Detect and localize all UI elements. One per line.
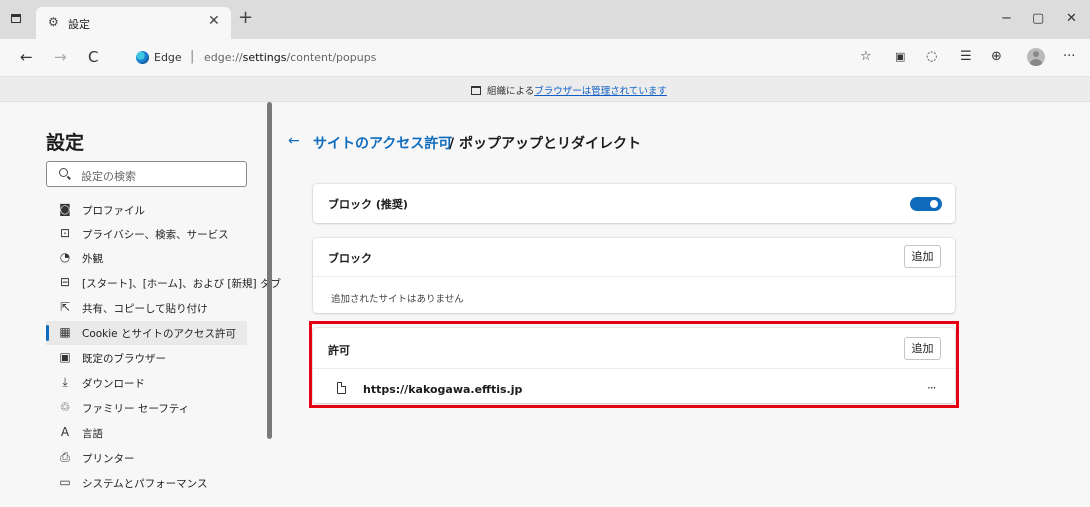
sidebar-item-system[interactable]: ▭ システムとパフォーマンス [46,471,247,495]
cookie-icon: ▦ [59,325,71,339]
sidebar-item-family[interactable]: ♲ ファミリー セーフティ [46,396,247,420]
url-field[interactable]: Edge | edge://settings/content/popups [124,46,894,70]
sidebar-item-privacy[interactable]: ⊡ プライバシー、検索、サービス [46,222,247,246]
tab-close-icon[interactable]: ✕ [208,13,220,29]
printer-icon: ⎙ [60,450,70,464]
close-button[interactable]: ✕ [1066,11,1077,26]
edge-label: Edge [154,51,182,64]
block-empty-text: 追加されたサイトはありません [331,294,464,305]
search-icon [59,168,68,177]
lock-icon: ⊡ [59,226,71,240]
edge-logo-icon [136,51,149,64]
url-separator: | [190,49,195,64]
block-recommended-label: ブロック (推奨) [328,198,408,211]
block-recommended-card: ブロック (推奨) [313,184,955,223]
language-icon: A [60,425,70,439]
block-list-card: ブロック 追加 追加されたサイトはありません [313,238,955,313]
back-arrow-icon[interactable]: ← [288,133,300,149]
back-button[interactable]: ← [20,49,33,65]
highlight-box [309,321,959,408]
refresh-button[interactable]: C [88,49,98,65]
collections-icon[interactable]: ◌ [926,49,937,65]
search-placeholder: 設定の検索 [81,170,136,183]
download-icon: ⤓ [62,375,68,389]
more-menu-icon[interactable]: ··· [1063,49,1075,65]
sidebar-item-start-page[interactable]: ⊟ [スタート]、[ホーム]、および [新規] タブ [46,271,281,295]
extension-icon[interactable]: ▣ [895,49,905,65]
favorite-star-icon[interactable]: ☆ [860,49,872,65]
sidebar-item-printers[interactable]: ⎙ プリンター [46,446,247,470]
block-section-title: ブロック [328,252,372,265]
avatar[interactable] [1027,48,1045,66]
sidebar-item-downloads[interactable]: ⤓ ダウンロード [46,371,247,395]
sidebar-title: 設定 [46,132,85,154]
managed-text: 組織による [487,86,535,97]
sidebar-item-appearance[interactable]: ◔ 外観 [46,246,247,270]
start-page-icon: ⊟ [59,275,71,289]
profile-icon: ◙ [59,202,71,216]
managed-notice-bar: 組織によるブラウザーは管理されています [0,77,1090,102]
new-tab-icon[interactable]: + [238,9,253,27]
minimize-button[interactable]: − [1001,11,1012,26]
block-recommended-toggle[interactable] [910,197,942,211]
managed-link[interactable]: ブラウザーは管理されています [534,86,667,97]
maximize-button[interactable]: ▢ [1032,11,1044,26]
forward-button[interactable]: → [54,49,67,65]
url-text: edge://settings/content/popups [204,51,377,64]
briefcase-icon [471,86,481,95]
window-menu-icon[interactable] [11,14,21,23]
family-icon: ♲ [59,400,71,414]
address-bar: ← → C Edge | edge://settings/content/pop… [0,39,1090,77]
breadcrumb-parent-link[interactable]: サイトのアクセス許可 [313,133,452,153]
sidebar-item-languages[interactable]: A 言語 [46,421,247,445]
sidebar-item-cookies[interactable]: ▦ Cookie とサイトのアクセス許可 [46,321,247,345]
page-title: / ポップアップとリダイレクト [449,136,641,152]
sidebar-item-default-browser[interactable]: ▣ 既定のブラウザー [46,346,247,370]
system-icon: ▭ [59,475,71,489]
settings-sidebar: 設定 設定の検索 ◙ プロファイル ⊡ プライバシー、検索、サービス ◔ 外観 … [0,102,281,507]
settings-search-input[interactable]: 設定の検索 [46,161,247,187]
share-icon: ⇱ [59,300,71,314]
title-bar: ⚙ 設定 ✕ + − ▢ ✕ [0,0,1090,39]
gear-icon: ⚙ [48,15,59,29]
sidebar-scrollbar[interactable] [267,102,272,439]
favorites-list-icon[interactable]: ☰ [960,49,972,65]
sidebar-item-profile[interactable]: ◙ プロファイル [46,198,247,222]
collections-add-icon[interactable]: ⊕ [991,49,1002,65]
tab-title: 設定 [68,18,90,31]
divider [313,276,955,277]
block-add-button[interactable]: 追加 [904,245,941,268]
tab-settings[interactable]: ⚙ 設定 ✕ [36,7,231,39]
default-browser-icon: ▣ [59,350,71,364]
appearance-icon: ◔ [59,250,71,264]
sidebar-item-share[interactable]: ⇱ 共有、コピーして貼り付け [46,296,247,320]
